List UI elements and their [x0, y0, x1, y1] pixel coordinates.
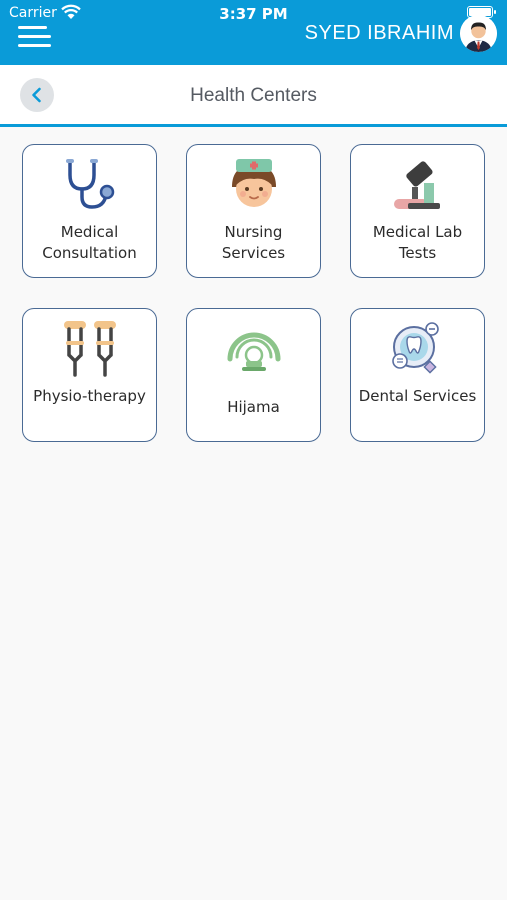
service-card-medical-lab-tests[interactable]: Medical Lab Tests: [350, 144, 485, 278]
microscope-icon: [393, 161, 440, 209]
hamburger-menu-button[interactable]: [18, 24, 51, 48]
tooth-icon: [391, 322, 439, 374]
user-name[interactable]: SYED IBRAHIM: [305, 22, 454, 45]
nurse-icon: [231, 159, 276, 207]
service-label: Dental Services: [358, 387, 477, 405]
service-label: Medical Consultation: [42, 223, 137, 262]
app-header: Carrier 3:37 PM SYED IBRAHIM: [0, 0, 507, 65]
service-card-hijama[interactable]: Hijama: [186, 308, 321, 442]
service-card-medical-consultation[interactable]: Medical Consultation: [22, 144, 157, 278]
service-label: Hijama: [227, 398, 280, 416]
service-label: Medical Lab Tests: [372, 223, 463, 262]
stethoscope-icon: [65, 159, 114, 209]
service-label: Physio-therapy: [33, 387, 146, 405]
status-time: 3:37 PM: [219, 5, 288, 23]
avatar[interactable]: [460, 15, 497, 52]
crutches-icon: [63, 321, 116, 377]
service-card-dental-services[interactable]: Dental Services: [350, 308, 485, 442]
user-avatar-icon: [460, 15, 497, 52]
title-bar: Health Centers: [0, 65, 507, 127]
scanner-icon: [227, 332, 280, 371]
service-card-nursing-services[interactable]: Nursing Services: [186, 144, 321, 278]
service-card-physiotherapy[interactable]: Physio-therapy: [22, 308, 157, 442]
page-title: Health Centers: [190, 85, 317, 106]
service-label: Nursing Services: [221, 223, 286, 262]
